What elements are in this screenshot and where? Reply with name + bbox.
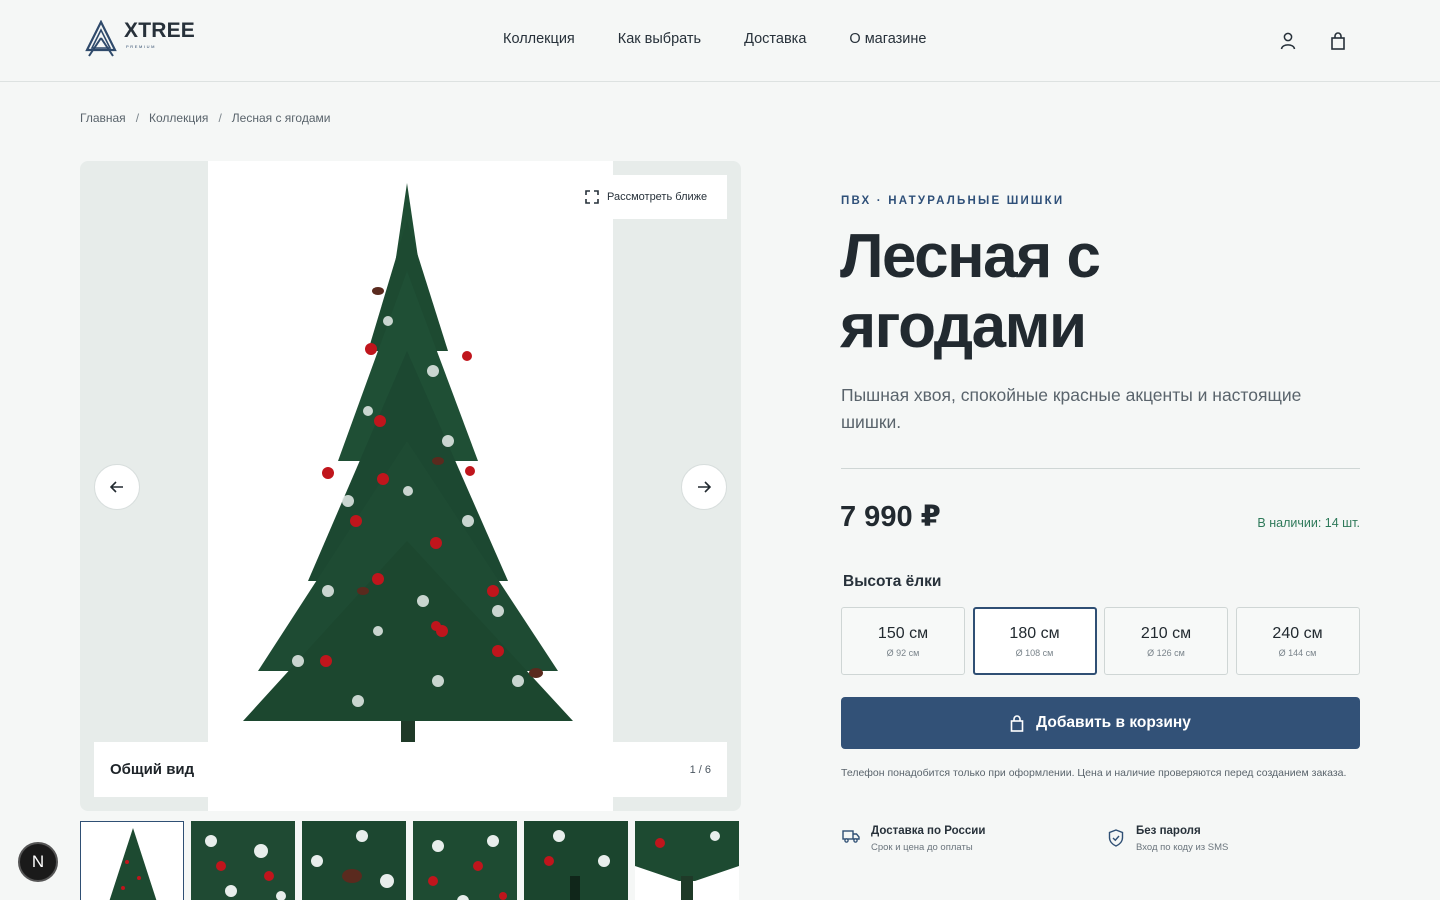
- thumbnail[interactable]: [191, 821, 295, 900]
- thumbnail-strip: [80, 821, 739, 900]
- next-image-button[interactable]: [681, 464, 727, 510]
- breadcrumb-current: Лесная с ягодами: [231, 111, 331, 125]
- divider: [841, 468, 1360, 469]
- thumbnail[interactable]: [302, 821, 406, 900]
- dev-tools-badge[interactable]: N: [18, 842, 58, 882]
- size-label: 240 см: [1272, 624, 1323, 642]
- size-diameter: Ø 126 см: [1147, 647, 1185, 658]
- stock-status: В наличии: 14 шт.: [1257, 516, 1360, 530]
- product-title-line1: Лесная с: [840, 222, 1101, 291]
- product-price: 7 990 ₽: [840, 501, 941, 533]
- prev-image-button[interactable]: [94, 464, 140, 510]
- product-title: Лесная с ягодами: [840, 222, 1360, 362]
- truck-icon: [841, 829, 861, 853]
- image-caption: Общий вид 1 / 6: [94, 742, 727, 797]
- shield-check-icon: [1106, 829, 1126, 853]
- feature-passwordless: Без пароля Вход по коду из SMS: [1106, 825, 1228, 853]
- zoom-label: Рассмотреть ближе: [607, 191, 708, 203]
- image-counter: 1 / 6: [689, 763, 711, 776]
- breadcrumb-separator: /: [218, 111, 222, 125]
- order-note: Телефон понадобится только при оформлени…: [841, 767, 1347, 779]
- breadcrumb-collection[interactable]: Коллекция: [149, 111, 208, 125]
- zoom-button[interactable]: Рассмотреть ближе: [575, 175, 727, 219]
- product-subtitle: Пышная хвоя, спокойные красные акценты и…: [841, 385, 1302, 432]
- main-nav: Коллекция Как выбрать Доставка О магазин…: [503, 31, 969, 47]
- nav-delivery[interactable]: Доставка: [744, 31, 806, 47]
- expand-icon: [585, 190, 599, 204]
- feature-title: Без пароля: [1136, 825, 1201, 837]
- breadcrumb-home[interactable]: Главная: [80, 111, 126, 125]
- thumbnail[interactable]: [413, 821, 517, 900]
- size-option-210[interactable]: 210 см Ø 126 см: [1104, 607, 1228, 675]
- height-label: Высота ёлки: [843, 573, 942, 590]
- thumbnail[interactable]: [80, 821, 184, 900]
- product-gallery: Рассмотреть ближе Общий вид 1 / 6: [80, 161, 741, 811]
- site-header: XTREE PREMIUM Коллекция Как выбрать Дост…: [0, 0, 1440, 82]
- product-title-line2: ягодами: [840, 292, 1087, 361]
- thumbnail[interactable]: [635, 821, 739, 900]
- bag-icon: [1010, 714, 1024, 732]
- nav-how-to-choose[interactable]: Как выбрать: [618, 31, 701, 47]
- logo[interactable]: XTREE PREMIUM: [83, 20, 195, 58]
- nav-about[interactable]: О магазине: [849, 31, 926, 47]
- feature-title: Доставка по России: [871, 825, 986, 837]
- size-label: 210 см: [1140, 624, 1192, 642]
- add-to-cart-button[interactable]: Добавить в корзину: [841, 697, 1360, 749]
- feature-subtitle: Вход по коду из SMS: [1136, 842, 1229, 853]
- user-icon[interactable]: [1278, 30, 1298, 52]
- size-option-150[interactable]: 150 см Ø 92 см: [841, 607, 965, 675]
- size-selector: 150 см Ø 92 см 180 см Ø 108 см 210 см Ø …: [841, 607, 1360, 675]
- size-label: 150 см: [877, 624, 929, 642]
- arrow-left-icon: [110, 481, 123, 493]
- caption-title: Общий вид: [110, 761, 195, 778]
- arrow-right-icon: [698, 481, 711, 493]
- size-option-240[interactable]: 240 см Ø 144 см: [1235, 607, 1360, 675]
- feature-subtitle: Срок и цена до оплаты: [871, 842, 973, 853]
- breadcrumb: Главная / Коллекция / Лесная с ягодами: [80, 111, 330, 125]
- product-photo[interactable]: [208, 161, 613, 811]
- brand-name: XTREE: [124, 19, 196, 42]
- nav-collection[interactable]: Коллекция: [503, 31, 575, 47]
- product-category: ПВХ · натуральные шишки: [841, 195, 1065, 207]
- brand-sub: PREMIUM: [126, 44, 157, 49]
- size-label: 180 см: [1009, 624, 1060, 642]
- christmas-tree-image: [243, 183, 573, 786]
- breadcrumb-separator: /: [135, 111, 140, 125]
- size-diameter: Ø 144 см: [1278, 647, 1317, 658]
- size-diameter: Ø 92 см: [886, 647, 920, 658]
- bag-icon[interactable]: [1328, 30, 1348, 52]
- thumbnail[interactable]: [524, 821, 628, 900]
- tree-logo-icon: [85, 20, 117, 57]
- size-diameter: Ø 108 см: [1015, 647, 1054, 658]
- size-option-180[interactable]: 180 см Ø 108 см: [972, 607, 1097, 675]
- add-to-cart-label: Добавить в корзину: [1036, 714, 1191, 731]
- feature-delivery: Доставка по России Срок и цена до оплаты: [841, 825, 985, 853]
